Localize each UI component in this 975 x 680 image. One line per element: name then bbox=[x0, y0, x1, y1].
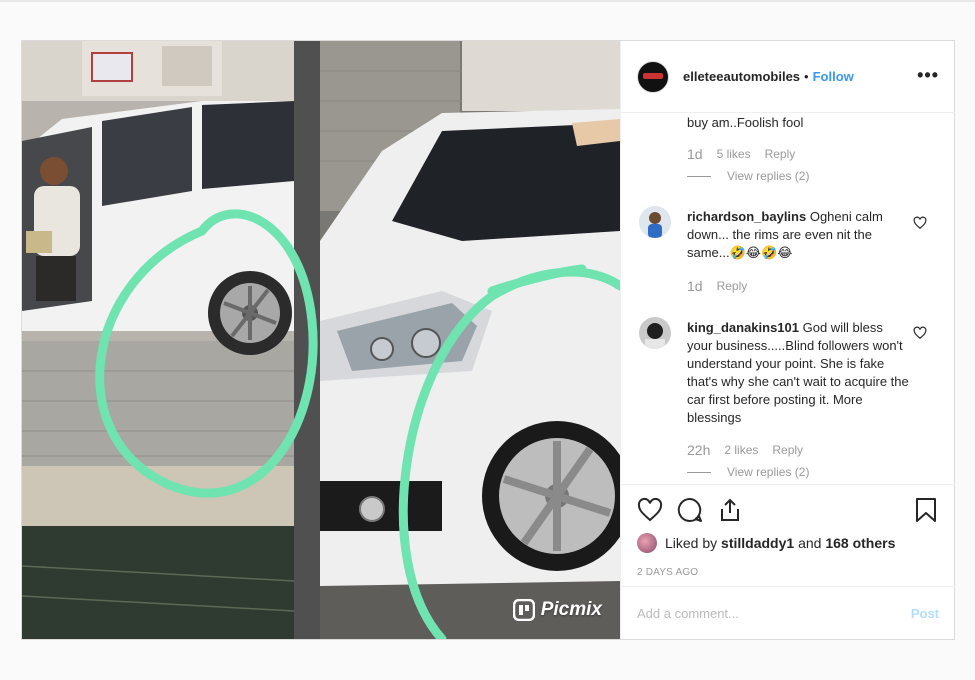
follow-button[interactable]: Follow bbox=[813, 69, 854, 84]
header-separator: • bbox=[804, 69, 809, 84]
likes-prefix: Liked by bbox=[665, 535, 718, 551]
comment-time[interactable]: 22h bbox=[687, 442, 710, 458]
person-avatar-icon bbox=[639, 206, 671, 238]
post-photo[interactable]: Picmix bbox=[22, 41, 620, 639]
more-options-icon[interactable]: ••• bbox=[917, 65, 939, 86]
comment-body: king_danakins101 God will bless your bus… bbox=[687, 319, 909, 427]
picmix-watermark: Picmix bbox=[512, 599, 602, 621]
comment-meta: 1d 5 likes Reply bbox=[687, 146, 795, 162]
liker-avatar[interactable] bbox=[637, 533, 657, 553]
reply-button[interactable]: Reply bbox=[717, 279, 748, 293]
post-header: elleteeautomobiles • Follow ••• bbox=[621, 41, 955, 113]
like-comment-heart-icon[interactable] bbox=[913, 326, 927, 340]
top-divider bbox=[0, 0, 975, 2]
view-replies-button[interactable]: View replies (2) bbox=[687, 465, 809, 479]
comment-meta: 1d Reply bbox=[687, 278, 747, 294]
comment-likes[interactable]: 5 likes bbox=[717, 147, 751, 161]
view-replies-label: View replies (2) bbox=[727, 169, 810, 183]
reply-button[interactable]: Reply bbox=[765, 147, 796, 161]
comment-text: buy am..Foolish fool bbox=[687, 115, 804, 130]
reply-button[interactable]: Reply bbox=[772, 443, 803, 457]
like-comment-heart-icon[interactable] bbox=[913, 216, 927, 230]
comment-username[interactable]: king_danakins101 bbox=[687, 320, 799, 335]
action-icons bbox=[637, 497, 743, 523]
picmix-text: Picmix bbox=[540, 599, 602, 620]
comment-bubble-icon[interactable] bbox=[677, 497, 703, 523]
view-replies-label: View replies (2) bbox=[727, 465, 810, 479]
author-username[interactable]: elleteeautomobiles bbox=[683, 69, 800, 84]
post-sidebar: elleteeautomobiles • Follow ••• buy am..… bbox=[620, 41, 955, 639]
comment-time[interactable]: 1d bbox=[687, 146, 703, 162]
liker-username[interactable]: stilldaddy1 bbox=[721, 535, 794, 551]
comment-meta: 22h 2 likes Reply bbox=[687, 442, 803, 458]
bookmark-icon[interactable] bbox=[913, 497, 939, 523]
car-comparison-image bbox=[22, 41, 620, 639]
comments-list[interactable]: buy am..Foolish fool 1d 5 likes Reply Vi… bbox=[621, 114, 955, 484]
post-card: Picmix elleteeautomobiles • Follow ••• b… bbox=[21, 40, 955, 640]
view-replies-line bbox=[687, 471, 711, 473]
likes-summary: Liked by stilldaddy1 and 168 others bbox=[637, 533, 895, 553]
likes-and: and bbox=[798, 535, 822, 551]
comment-likes[interactable]: 2 likes bbox=[724, 443, 758, 457]
post-actions: Liked by stilldaddy1 and 168 others 2 DA… bbox=[621, 484, 955, 639]
picmix-logo-icon bbox=[512, 599, 535, 621]
post-comment-button[interactable]: Post bbox=[911, 606, 939, 621]
commenter-avatar[interactable] bbox=[639, 317, 671, 349]
add-comment-bar: Post bbox=[621, 586, 955, 640]
add-comment-input[interactable] bbox=[637, 606, 911, 621]
commenter-avatar[interactable] bbox=[639, 206, 671, 238]
comment-username[interactable]: richardson_baylins bbox=[687, 209, 806, 224]
view-replies-line bbox=[687, 175, 711, 177]
post-date[interactable]: 2 DAYS AGO bbox=[637, 567, 698, 578]
share-icon[interactable] bbox=[717, 497, 743, 523]
likes-others-link[interactable]: 168 others bbox=[825, 535, 895, 551]
comment-text: God will bless your business.....Blind f… bbox=[687, 320, 909, 425]
comment-body: richardson_baylins Ogheni calm down... t… bbox=[687, 208, 909, 262]
person-avatar-icon bbox=[639, 317, 671, 349]
like-heart-icon[interactable] bbox=[637, 497, 663, 523]
comment-time[interactable]: 1d bbox=[687, 278, 703, 294]
author-avatar[interactable] bbox=[637, 60, 669, 93]
view-replies-button[interactable]: View replies (2) bbox=[687, 169, 809, 183]
